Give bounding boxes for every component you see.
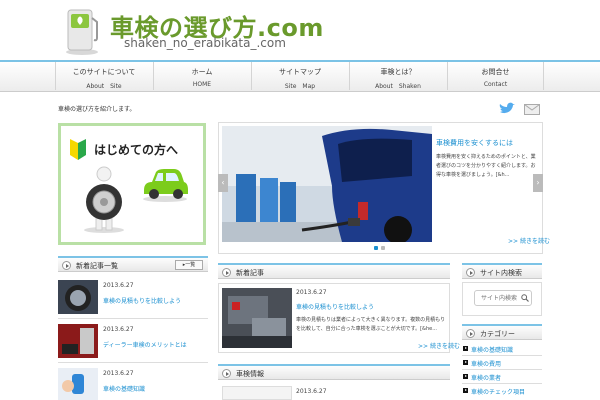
nav-label-jp: このサイトについて [72,68,136,76]
list-all-button[interactable]: ▸一覧 [175,260,203,270]
bullet-arrow-icon [463,360,468,365]
nav-label-jp: サイトマップ [279,68,321,76]
category-link[interactable]: 車検の費用 [471,359,501,368]
nav-label-jp: お問合せ [481,68,510,76]
arrow-circle-icon [222,268,231,277]
widget-title: 新着記事一覧 [76,262,118,270]
post-date: 2013.6.27 [103,370,134,377]
post-title-link[interactable]: ディーラー車検のメリットとは [103,340,187,349]
post-thumb-engine[interactable] [222,288,292,348]
nav-label-en: About Shaken [375,83,421,90]
post-title-link[interactable]: 車検の見積もりを比較しよう [296,302,374,311]
nav-item-sitemap[interactable]: サイトマップ Site Map [251,62,348,90]
nav-item-about-site[interactable]: このサイトについて About Site [55,62,152,90]
category-link[interactable]: 車検の業者 [471,373,501,382]
banner-title: はじめての方へ [94,143,179,157]
site-subtitle: shaken_no_erabikata_.com [124,36,286,50]
nav-label-en: HOME [192,81,212,88]
category-widget-header: カテゴリー [462,324,542,340]
section-title: 新着記事 [236,269,264,277]
divider [462,383,542,384]
post-thumb-dealer[interactable] [58,324,98,358]
person-with-tire-illustration [84,166,124,233]
category-link[interactable]: 車検のチェック項目 [471,387,525,396]
post-date: 2013.6.27 [103,326,134,333]
site-tagline: 車検の選び方を紹介します。 [58,106,136,113]
divider [462,369,542,370]
post-thumb-key[interactable] [58,368,98,400]
arrow-circle-icon [222,369,231,378]
nav-item-about-shaken[interactable]: 車検とは？ About Shaken [349,62,446,90]
post-date: 2013.6.27 [296,289,327,296]
post-title-link[interactable]: 車検の基礎知識 [103,384,145,393]
slide-image-refueling-car[interactable] [222,126,432,242]
slider-dot[interactable] [381,246,385,250]
post-thumb-tire[interactable] [58,280,98,314]
new-articles-header: 新着記事 [218,263,450,279]
nav-item-contact[interactable]: お問合せ Contact [447,62,544,90]
green-car-illustration [143,169,188,202]
slide-description: 車検費用を安く抑えるためのポイントと、業者選びのコツを分かりやすく紹介します。お… [436,154,536,178]
search-widget-header: サイト内検索 [462,263,542,279]
arrow-circle-icon [62,261,71,270]
post-date: 2013.6.27 [103,282,134,289]
search-icon[interactable] [521,294,529,302]
arrow-circle-icon [466,268,475,277]
bullet-arrow-icon [463,346,468,351]
post-excerpt: 車検の見積もりは業者によって大きく異なります。複数の見積もりを比較して、自分に合… [296,317,446,332]
nav-label-jp: 車検とは？ [380,68,416,76]
bullet-arrow-icon [463,374,468,379]
category-link[interactable]: 車検の基礎知識 [471,345,513,354]
post-read-more-link[interactable]: >> 続きを読む [418,341,460,350]
nav-item-home[interactable]: ホーム HOME [153,62,250,90]
bullet-arrow-icon [463,388,468,393]
post-title-link[interactable]: 車検の見積もりを比較しよう [103,296,181,305]
beginner-mark-icon [70,139,86,160]
section-title: 車検情報 [236,370,264,378]
nav-label-en: Site Map [284,83,316,90]
nav-label-jp: ホーム [191,68,213,76]
divider [462,355,542,356]
shaken-info-header: 車検情報 [218,364,450,380]
slider-dot-active[interactable] [374,246,378,250]
nav-label-en: Contact [483,81,508,88]
mail-icon[interactable] [524,104,540,115]
slider-prev-button[interactable]: ‹ [218,174,228,192]
divider [58,362,208,363]
post-thumb[interactable] [222,386,292,400]
divider [58,318,208,319]
slide-read-more-link[interactable]: >> 続きを読む [508,236,550,245]
twitter-icon[interactable] [498,102,516,116]
arrow-circle-icon [466,329,475,338]
post-date: 2013.6.27 [296,388,327,395]
gas-pump-logo-icon [66,9,98,55]
widget-title: カテゴリー [480,330,515,338]
widget-title: サイト内検索 [480,269,522,277]
slide-title[interactable]: 車検費用を安くするには [436,138,513,148]
nav-label-en: About Site [86,83,122,90]
